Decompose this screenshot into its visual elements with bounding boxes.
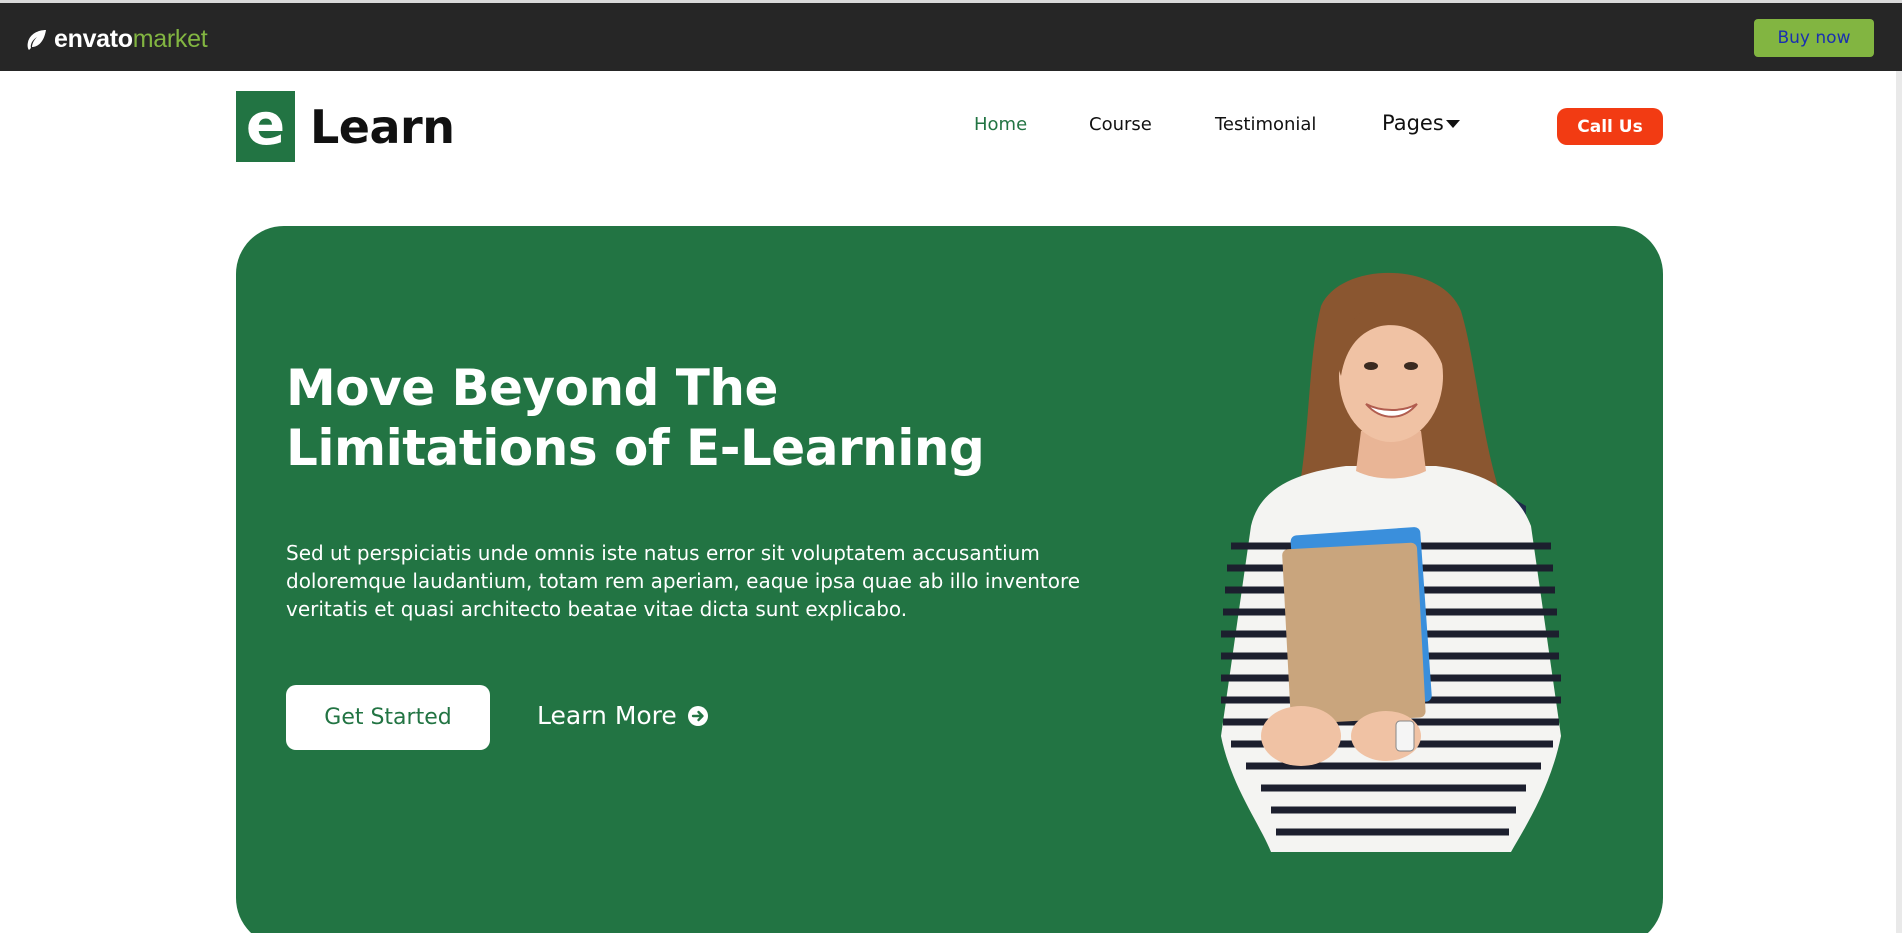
student-photo — [1221, 272, 1561, 852]
envato-wordmark: envatomarket — [54, 25, 208, 53]
hero-description: Sed ut perspiciatis unde omnis iste natu… — [286, 541, 1081, 621]
hero-title: Move Beyond The Limitations of E-Learnin… — [286, 358, 1066, 478]
hero-title-line1: Move Beyond The — [286, 359, 778, 417]
envato-logo[interactable]: envatomarket — [24, 25, 208, 54]
page-scrollbar[interactable] — [1896, 71, 1902, 933]
arrow-circle-right-icon — [687, 705, 708, 726]
buy-now-button[interactable]: Buy now — [1754, 19, 1874, 57]
envato-top-bar: envatomarket Buy now — [0, 0, 1902, 71]
learn-more-label: Learn More — [537, 701, 677, 730]
hero-title-line2: Limitations of E-Learning — [286, 419, 985, 477]
nav-testimonial[interactable]: Testimonial — [1215, 114, 1316, 135]
nav-home[interactable]: Home — [974, 114, 1027, 135]
get-started-button[interactable]: Get Started — [286, 685, 490, 750]
call-us-button[interactable]: Call Us — [1557, 108, 1663, 145]
hero-banner: Move Beyond The Limitations of E-Learnin… — [236, 226, 1663, 933]
nav-pages-label: Pages — [1382, 111, 1444, 135]
leaf-icon — [27, 29, 46, 50]
learn-more-link[interactable]: Learn More — [537, 701, 709, 730]
caret-down-icon — [1445, 120, 1460, 128]
nav-course[interactable]: Course — [1089, 114, 1152, 135]
nav-pages-dropdown[interactable]: Pages — [1382, 111, 1460, 135]
